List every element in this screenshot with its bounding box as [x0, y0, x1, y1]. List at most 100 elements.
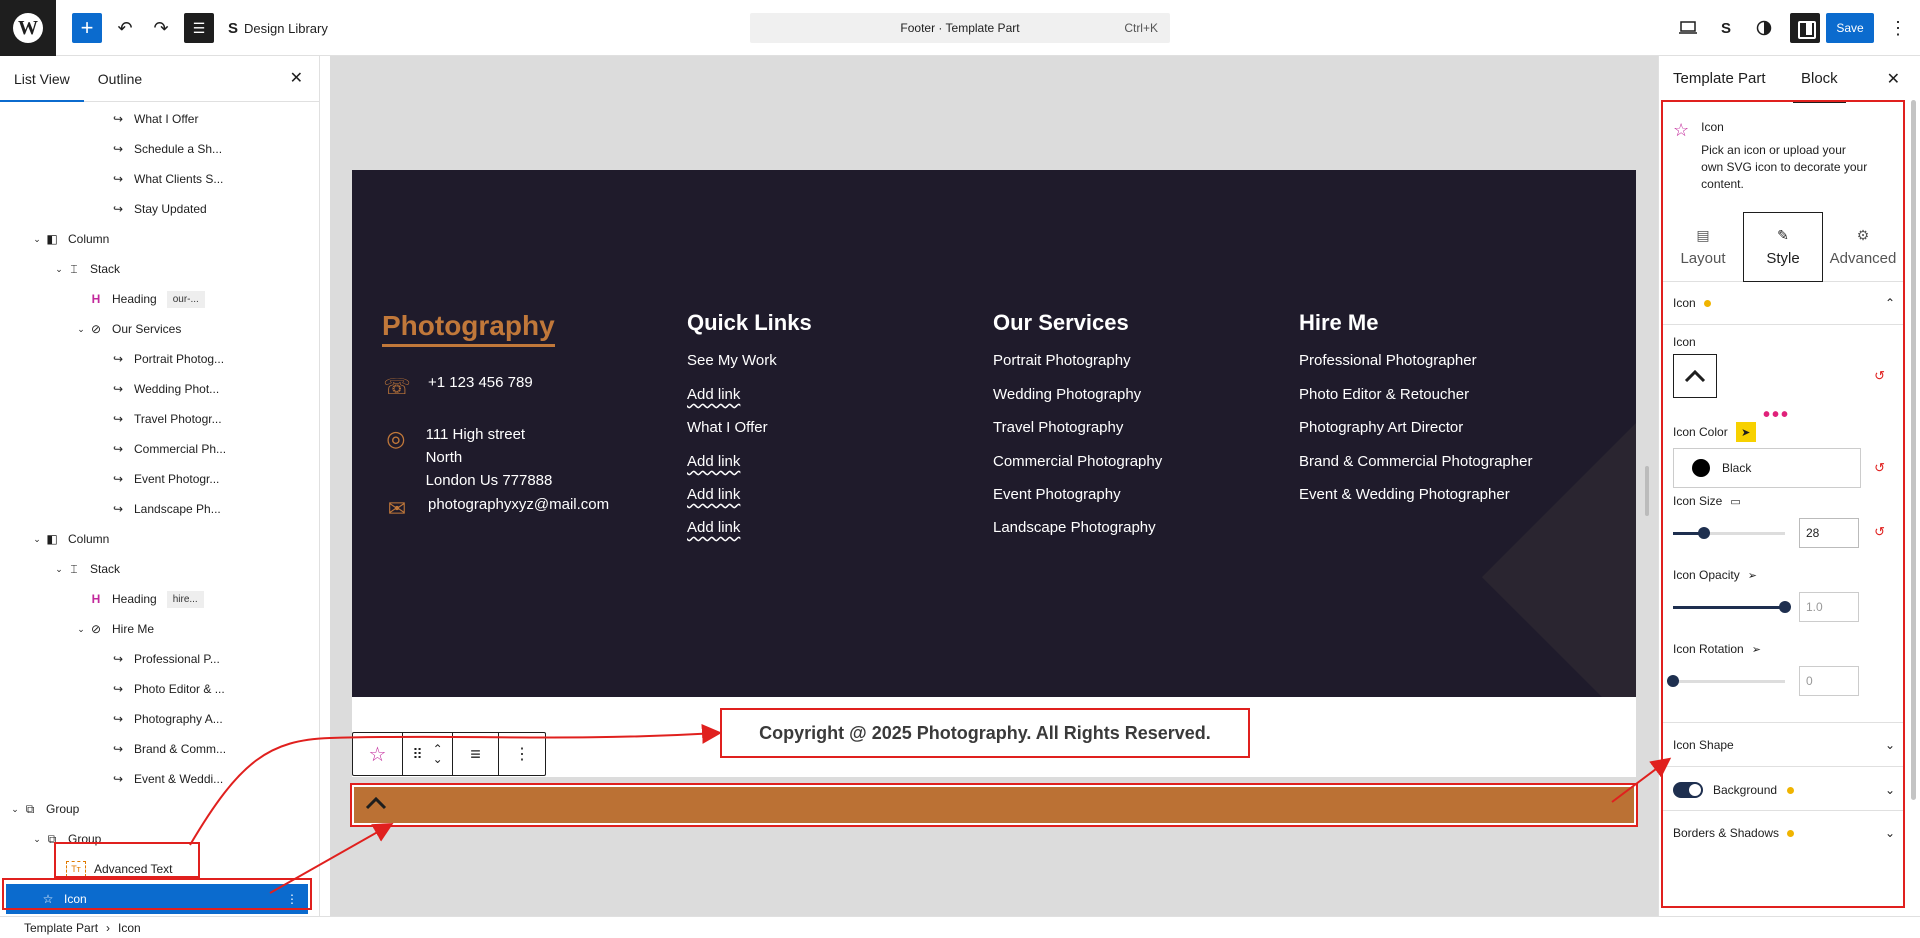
list-view-item[interactable]: ↪ Commercial Ph... [0, 434, 312, 464]
redo-button[interactable]: ↷ [146, 12, 176, 44]
chevron-down-icon[interactable]: ⌄ [52, 564, 66, 575]
tab-template-part[interactable]: Template Part [1673, 70, 1766, 87]
icon-rotation-input[interactable]: 0 [1799, 666, 1859, 696]
list-view-item[interactable]: ⌄ ⊘ Our Services [0, 314, 312, 344]
footer-link[interactable]: Wedding Photography [993, 386, 1141, 403]
tab-layout[interactable]: ▤ Layout [1663, 212, 1743, 282]
chevron-down-icon[interactable]: ⌄ [30, 534, 44, 545]
list-view-item[interactable]: H Heading hire... [0, 584, 312, 614]
footer-link[interactable]: Photo Editor & Retoucher [1299, 386, 1469, 403]
save-button[interactable]: Save [1826, 13, 1874, 43]
close-icon[interactable]: ✕ [1887, 69, 1900, 89]
icon-color-picker[interactable]: Black [1673, 448, 1861, 488]
background-toggle[interactable] [1673, 782, 1703, 798]
icon-size-input[interactable]: 28 [1799, 518, 1859, 548]
design-library-button[interactable]: S Design Library [228, 12, 328, 44]
chevron-down-icon[interactable]: ⌄ [30, 234, 44, 245]
settings-panel-toggle-button[interactable] [1790, 13, 1820, 43]
scrollbar-thumb[interactable] [1911, 100, 1916, 800]
footer-link[interactable]: Event & Wedding Photographer [1299, 486, 1510, 503]
list-view-item[interactable]: ⌄ ⊘ Hire Me [0, 614, 312, 644]
spectra-icon[interactable]: S [1714, 16, 1738, 40]
list-view-item[interactable]: ↪ Photography A... [0, 704, 312, 734]
icon-section-header[interactable]: Icon ⌃ [1673, 296, 1895, 310]
settings-scrollbar[interactable] [1907, 100, 1919, 908]
icon-opacity-input[interactable]: 1.0 [1799, 592, 1859, 622]
tab-outline[interactable]: Outline [84, 56, 156, 102]
chevron-down-icon[interactable]: ⌄ [74, 324, 88, 335]
tab-style[interactable]: ✎ Style [1743, 212, 1823, 282]
footer-link[interactable]: Add link [687, 386, 740, 403]
icon-rotation-slider[interactable] [1667, 675, 1785, 687]
footer-link[interactable]: See My Work [687, 352, 777, 369]
footer-link[interactable]: Photography Art Director [1299, 419, 1463, 436]
list-view-item[interactable]: ↪ Wedding Phot... [0, 374, 312, 404]
list-view-item[interactable]: ↪ Schedule a Sh... [0, 134, 312, 164]
footer-link[interactable]: Travel Photography [993, 419, 1123, 436]
copyright-text[interactable]: Copyright @ 2025 Photography. All Rights… [720, 708, 1250, 758]
list-view-item[interactable]: H Heading our-... [0, 284, 312, 314]
footer-link[interactable]: Professional Photographer [1299, 352, 1477, 369]
contact-text[interactable]: photographyxyz@mail.com [428, 493, 609, 516]
contact-text[interactable]: +1 123 456 789 [428, 371, 533, 394]
list-view-item[interactable]: ↪ Professional P... [0, 644, 312, 674]
contrast-icon[interactable] [1752, 16, 1776, 40]
list-view-item[interactable]: ⌄ ◧ Column [0, 224, 312, 254]
reset-icon[interactable]: ↺ [1874, 460, 1885, 476]
breadcrumb-item-icon[interactable]: Icon [118, 921, 141, 935]
footer-link[interactable]: Landscape Photography [993, 519, 1156, 536]
list-view-item[interactable]: ↪ Travel Photogr... [0, 404, 312, 434]
chevron-up-icon[interactable] [364, 791, 388, 817]
our-services-heading[interactable]: Our Services [993, 310, 1129, 336]
footer-link[interactable]: Commercial Photography [993, 453, 1162, 470]
quick-links-heading[interactable]: Quick Links [687, 310, 812, 336]
chevron-down-icon[interactable]: ⌄ [8, 804, 22, 815]
tab-list-view[interactable]: List View [0, 56, 84, 102]
tab-block[interactable]: Block [1793, 70, 1846, 103]
drag-handle-icon[interactable]: ⠿ [412, 746, 422, 763]
slider-thumb[interactable] [1667, 675, 1679, 687]
list-view-item[interactable]: ⌄ ⌶ Stack [0, 254, 312, 284]
icon-shape-section[interactable]: Icon Shape ⌄ [1673, 738, 1895, 752]
footer-link[interactable]: What I Offer [687, 419, 768, 436]
block-type-star-icon[interactable]: ☆ [353, 733, 403, 775]
breadcrumb-item-template-part[interactable]: Template Part [24, 921, 98, 935]
preview-device-icon[interactable] [1676, 16, 1700, 40]
reset-icon[interactable]: ↺ [1874, 368, 1885, 384]
list-view-item[interactable]: ⌄ ⌶ Stack [0, 554, 312, 584]
chevron-down-icon[interactable]: ⌄ [74, 624, 88, 635]
more-icons-button[interactable]: ••• [1763, 404, 1790, 427]
list-view-item[interactable]: ⌄ ◧ Column [0, 524, 312, 554]
background-section[interactable]: Background ⌄ [1673, 782, 1895, 798]
list-view-toggle-button[interactable]: ☰ [184, 13, 214, 43]
list-view-item[interactable]: ⌄ ⧉ Group [0, 794, 312, 824]
chevron-down-icon[interactable]: ⌄ [52, 264, 66, 275]
wordpress-logo-button[interactable]: W [0, 0, 56, 56]
contact-text[interactable]: 111 High street North London Us 777888 [426, 423, 555, 492]
reset-icon[interactable]: ↺ [1874, 524, 1885, 540]
close-icon[interactable]: ✕ [290, 68, 303, 88]
slider-thumb[interactable] [1779, 601, 1791, 613]
canvas-resize-handle[interactable] [1645, 466, 1649, 516]
list-view-item[interactable]: ↪ Photo Editor & ... [0, 674, 312, 704]
list-view-item[interactable]: ↪ What Clients S... [0, 164, 312, 194]
list-view-item[interactable]: ↪ Portrait Photog... [0, 344, 312, 374]
add-block-button[interactable]: + [72, 13, 102, 43]
icon-size-slider[interactable] [1673, 527, 1785, 539]
footer-link[interactable]: Event Photography [993, 486, 1121, 503]
slider-thumb[interactable] [1698, 527, 1711, 539]
options-menu-icon[interactable]: ⋮ [1886, 14, 1910, 42]
footer-link[interactable]: Brand & Commercial Photographer [1299, 453, 1532, 470]
chevron-down-icon[interactable]: ⌄ [30, 834, 44, 845]
list-view-item[interactable]: ↪ Event Photogr... [0, 464, 312, 494]
borders-shadows-section[interactable]: Borders & Shadows ⌄ [1673, 826, 1895, 840]
undo-button[interactable]: ↶ [110, 12, 140, 44]
brand-heading[interactable]: Photography [382, 310, 555, 347]
list-view-item[interactable]: ↪ Brand & Comm... [0, 734, 312, 764]
list-view-item[interactable]: ↪ Stay Updated [0, 194, 312, 224]
footer-link[interactable]: Portrait Photography [993, 352, 1131, 369]
footer-link[interactable]: Add link [687, 486, 740, 503]
footer-link[interactable]: Add link [687, 519, 740, 536]
command-palette-bar[interactable]: Footer · Template Part Ctrl+K [750, 13, 1170, 43]
hire-me-heading[interactable]: Hire Me [1299, 310, 1378, 336]
